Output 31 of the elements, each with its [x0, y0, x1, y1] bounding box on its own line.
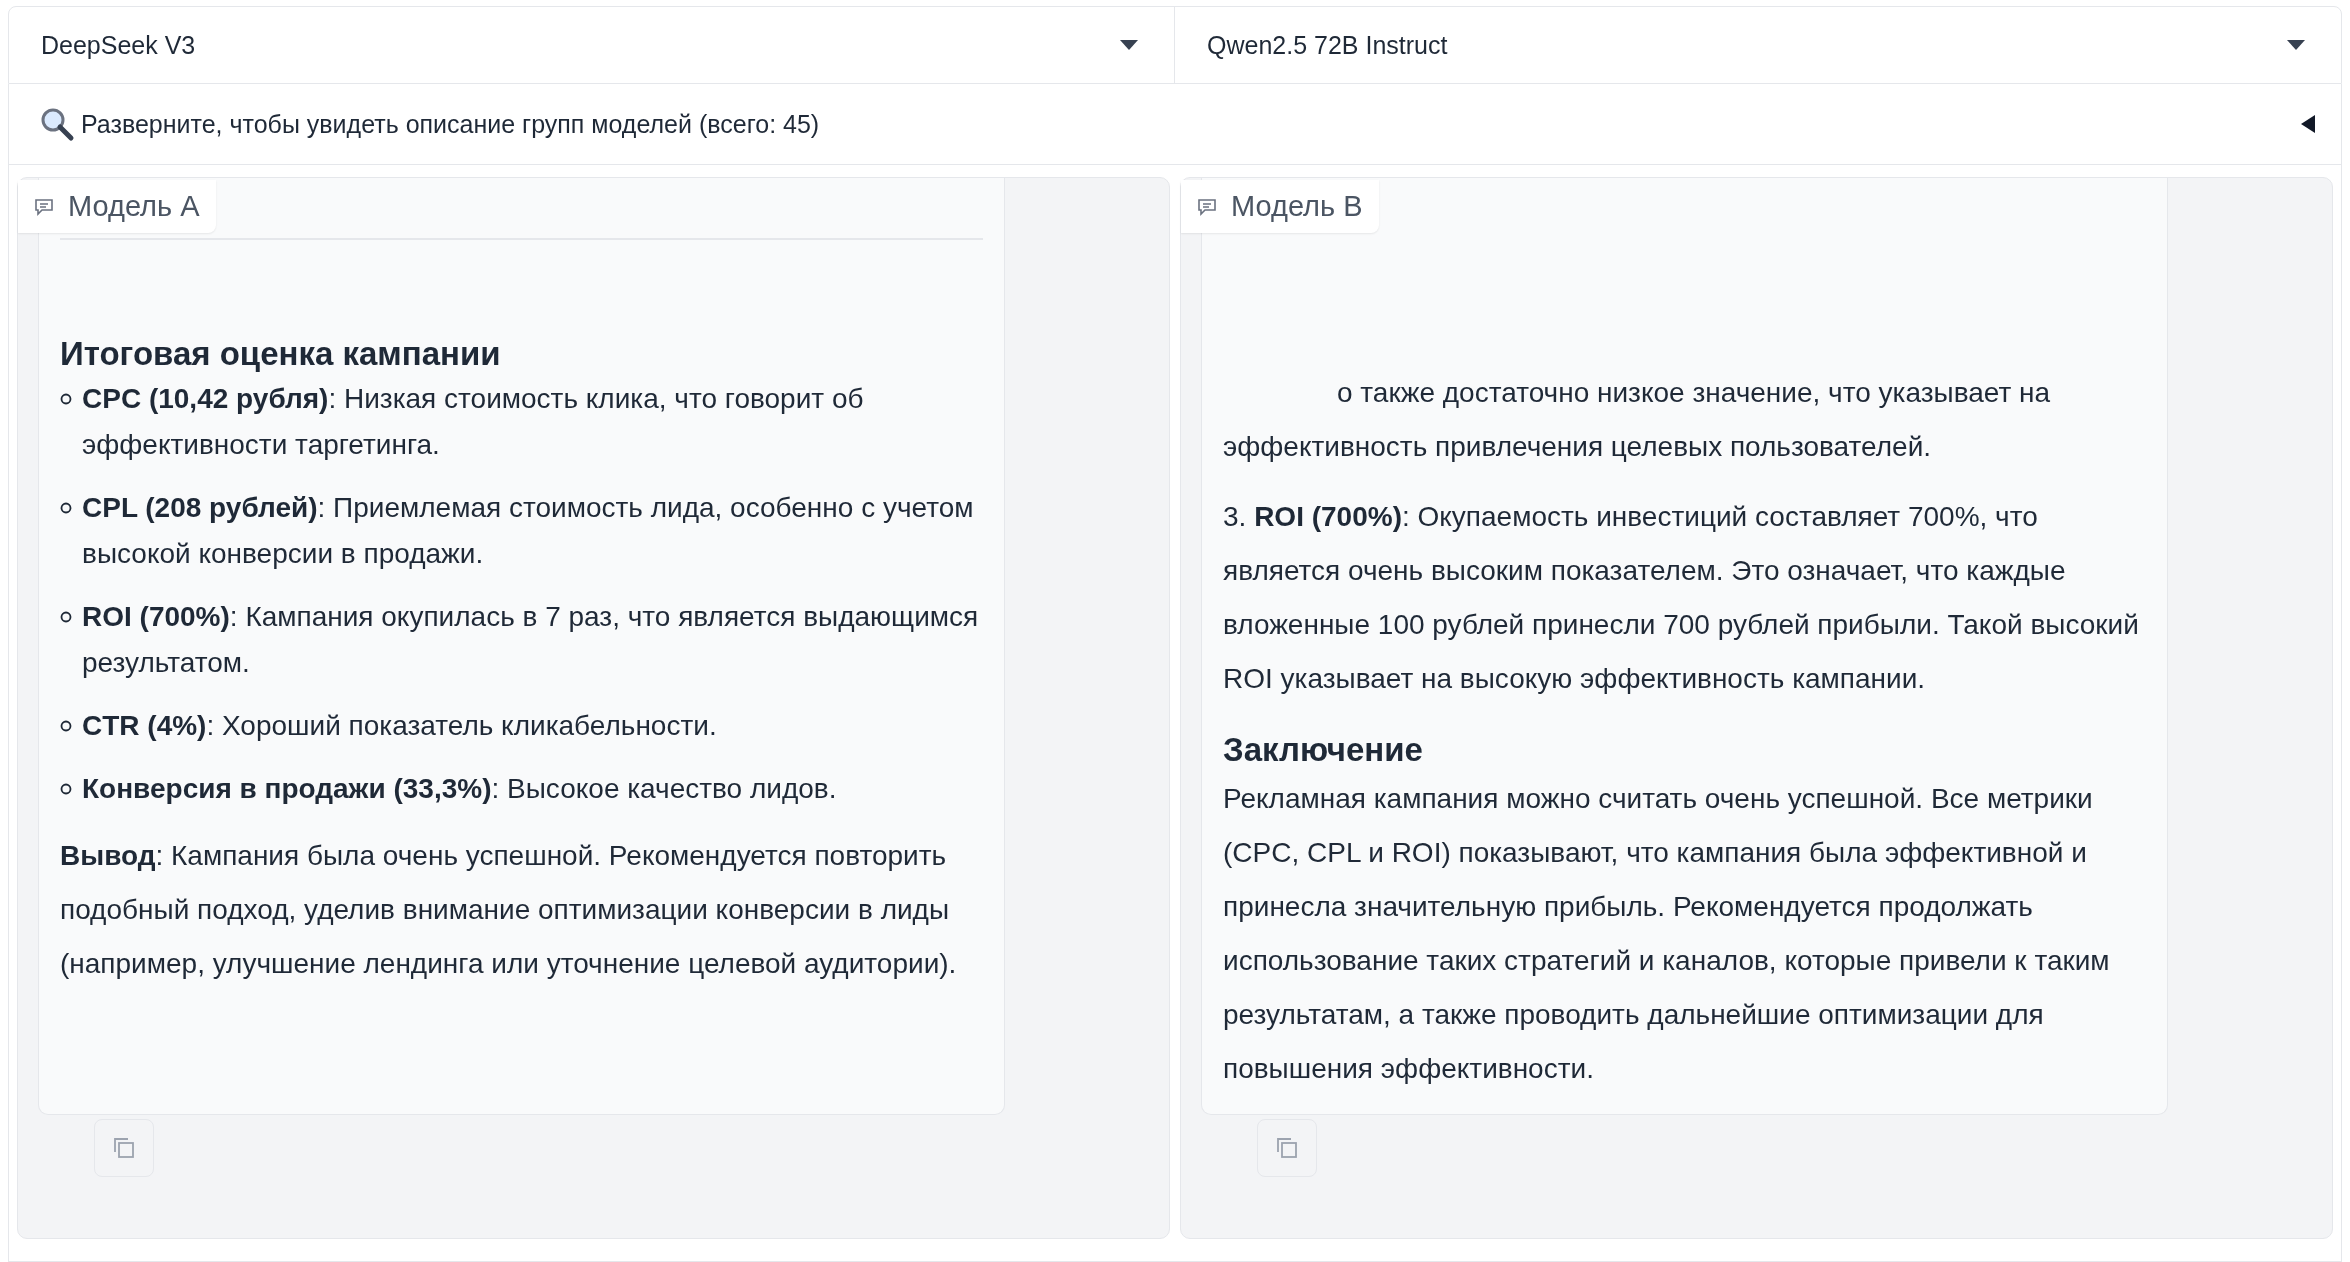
chat-icon [1197, 197, 1217, 216]
bullet-icon [60, 611, 72, 623]
chat-icon [34, 197, 54, 216]
caret-icon [1120, 40, 1138, 50]
accordion-header[interactable]: Разверните, чтобы увидеть описание групп моделей (всего: 45) [8, 84, 2342, 165]
bullet-icon [60, 783, 72, 795]
list-item-text: CPL (208 рублей): Приемлемая стоимость лида, особенно с учетом высокой конверсии в продажи. [82, 491, 975, 571]
copy-button[interactable] [94, 1119, 154, 1177]
paragraph: Рекламная кампания можно считать очень успешной. Все метрики (CPC, CPL и ROI) показывают, что кампания была эффективной и принесла значительную прибыль. Рекомендуется продолжать использование таких стратегий и каналов, которые привели к таким результатам, а также проводить дальнейшие оптимизации для повышения эффективности. [1223, 782, 2111, 1086]
caret-icon [2287, 40, 2305, 50]
paragraph: о также достаточно низкое значение, что указывает на эффективность привлечения целевых пользователей. [1223, 376, 2052, 464]
model-dropdown[interactable]: DeepSeek V3 [9, 7, 1175, 83]
model-dropdown[interactable]: Qwen2.5 72B Instruct [1175, 7, 2341, 83]
bullet-icon [60, 393, 72, 405]
bullet-icon [60, 720, 72, 732]
paragraph: 3. ROI (700%): Окупаемость инвестиций составляет 700%, что является очень высоким показателем. Это означает, что каждые вложенные 100 рублей принесли 700 рублей прибыли. Такой высокий ROI указывает на высокую эффективность кампании. [1223, 500, 2140, 696]
list-item-text: Конверсия в продажи (33,3%): Высокое качество лидов. [82, 772, 837, 806]
list-item-text: CPC (10,42 рубля): Низкая стоимость клика, что говорит об эффективности таргетинга. [82, 382, 865, 462]
magnifier-icon [39, 106, 75, 142]
panel-label: Модель A [18, 180, 216, 233]
accordion-label: Разверните, чтобы увидеть описание групп моделей (всего: 45) [81, 109, 821, 139]
list-item-text: ROI (700%): Кампания окупилась в 7 раз, что является выдающимся результатом. [82, 600, 980, 680]
list-item-text: CTR (4%): Хороший показатель кликабельности. [82, 709, 717, 743]
copy-icon [112, 1136, 136, 1160]
copy-icon [1275, 1136, 1299, 1160]
section-heading: Заключение [1223, 730, 1424, 770]
paragraph: Вывод: Кампания была очень успешной. Рекомендуется повторить подобный подход, уделив внимание оптимизации конверсии в лиды (например, улучшение лендинга или уточнение целевой аудитории). [60, 839, 958, 981]
panel-label: Модель B [1181, 180, 1379, 233]
copy-button[interactable] [1257, 1119, 1317, 1177]
section-heading: Итоговая оценка кампании [60, 334, 502, 374]
bullet-icon [60, 502, 72, 514]
